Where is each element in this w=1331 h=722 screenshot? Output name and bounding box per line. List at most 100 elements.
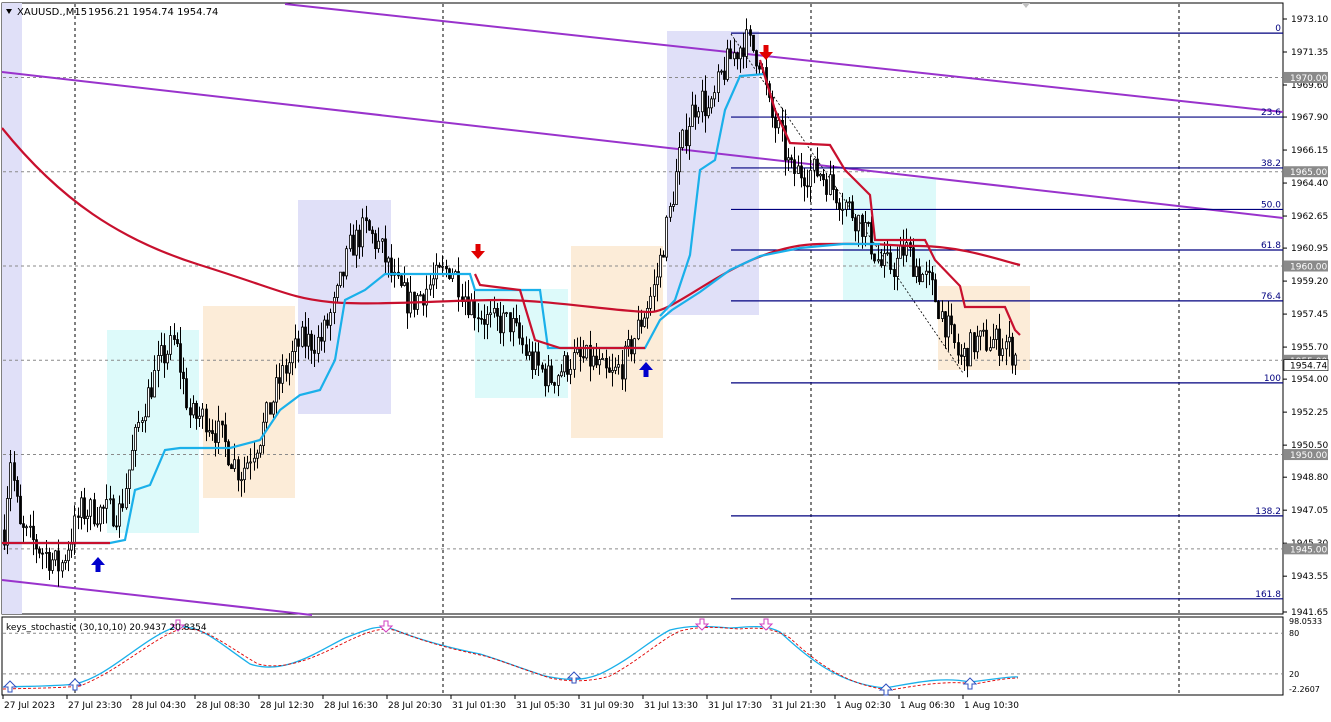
candle-body — [880, 259, 883, 266]
candle-body — [217, 420, 220, 443]
candle-body — [233, 459, 236, 470]
candle-body — [365, 217, 368, 222]
candle-body — [659, 254, 662, 278]
candle-body — [185, 378, 188, 409]
candle-body — [64, 560, 67, 564]
candle-body — [678, 147, 681, 173]
candle-body — [259, 445, 262, 454]
fib-level-label: 0 — [1275, 24, 1281, 34]
candle-body — [192, 402, 195, 416]
candle-body — [227, 441, 230, 466]
candle-body — [941, 311, 944, 319]
candle-body — [803, 177, 806, 187]
price-level-label: 1970.00 — [1290, 74, 1327, 84]
candle-body — [278, 377, 281, 384]
candle-body — [237, 459, 240, 481]
time-tick-label: 1 Aug 06:30 — [900, 701, 955, 711]
candle-body — [688, 126, 691, 147]
candle-body — [1014, 354, 1017, 366]
candle-body — [77, 515, 80, 518]
candle-body — [861, 214, 864, 237]
candle-body — [67, 549, 70, 562]
candle-body — [86, 515, 89, 520]
candle-body — [848, 201, 851, 204]
candle-body — [48, 551, 51, 571]
candle-body — [656, 276, 659, 286]
candle-body — [211, 430, 214, 435]
candle-body — [912, 247, 915, 277]
candle-body — [179, 343, 182, 373]
trading-chart-window[interactable]: 0 23.6 38.2 50.0 61.8 76.4 100 138.2 161.8 1973.… — [0, 0, 1331, 718]
candle-body — [441, 265, 444, 268]
candle-body — [976, 335, 979, 353]
candle-body — [80, 497, 83, 518]
candle-body — [38, 548, 41, 554]
fib-level-label: 100 — [1264, 374, 1281, 384]
candle-body — [22, 523, 25, 528]
candle-body — [675, 171, 678, 205]
candle-body — [717, 71, 720, 94]
candle-body — [969, 332, 972, 367]
candle-body — [835, 189, 838, 204]
candle-body — [310, 333, 313, 351]
time-tick-label: 27 Jul 23:30 — [68, 701, 122, 711]
price-tick-label: 1959.20 — [1291, 277, 1328, 287]
candle-body — [141, 420, 144, 423]
candle-body — [381, 238, 384, 242]
candle-body — [249, 461, 252, 464]
candle-body — [131, 450, 134, 471]
candle-body — [614, 366, 617, 371]
candle-body — [272, 401, 275, 415]
candle-body — [829, 174, 832, 195]
chart-canvas[interactable]: 0 23.6 38.2 50.0 61.8 76.4 100 138.2 161.8 1973.… — [0, 0, 1331, 718]
candle-body — [537, 351, 540, 366]
candle-body — [749, 29, 752, 36]
candle-body — [934, 279, 937, 303]
candle-body — [1001, 348, 1004, 356]
candle-body — [886, 252, 889, 255]
candle-body — [557, 375, 560, 386]
price-axis[interactable]: 1973.101971.351969.601967.901966.151964.… — [1283, 15, 1328, 618]
candle-body — [669, 206, 672, 218]
time-axis[interactable]: 27 Jul 2023 27 Jul 23:30 28 Jul 04:30 28 Ju… — [2, 695, 1019, 711]
candle-body — [157, 355, 160, 371]
candle-body — [115, 525, 118, 528]
candle-body — [512, 318, 515, 333]
candle-body — [253, 457, 256, 463]
candle-body — [928, 270, 931, 273]
candle-body — [432, 278, 435, 286]
candle-body — [297, 338, 300, 347]
candle-body — [445, 265, 448, 270]
zone-rect — [203, 306, 295, 498]
candle-body — [640, 319, 643, 327]
candle-body — [633, 338, 636, 355]
candle-body — [496, 307, 499, 317]
candle-body — [643, 317, 646, 327]
candle-body — [937, 301, 940, 319]
candle-body — [569, 368, 572, 375]
candle-body — [470, 300, 473, 316]
candle-body — [701, 90, 704, 113]
candle-body — [45, 551, 48, 554]
price-tick-label: 1957.45 — [1291, 310, 1328, 320]
candle-body — [70, 543, 73, 551]
price-tick-label: 1952.25 — [1291, 408, 1328, 418]
candle-body — [32, 525, 35, 541]
time-tick-label: 31 Jul 01:30 — [452, 701, 506, 711]
price-tick-label: 1967.90 — [1291, 113, 1328, 123]
candle-body — [953, 324, 956, 343]
candle-body — [144, 416, 147, 422]
candle-body — [704, 90, 707, 117]
price-tick-label: 1966.15 — [1291, 146, 1328, 156]
candle-body — [166, 353, 169, 364]
candle-body — [691, 104, 694, 127]
candle-body — [899, 245, 902, 259]
candle-body — [608, 367, 611, 373]
candle-body — [173, 335, 176, 340]
candle-body — [371, 229, 374, 235]
candle-body — [473, 300, 476, 319]
candle-body — [1005, 341, 1008, 350]
candle-body — [483, 318, 486, 325]
price-level-label: 1960.00 — [1290, 263, 1327, 273]
candle-body — [99, 506, 102, 525]
